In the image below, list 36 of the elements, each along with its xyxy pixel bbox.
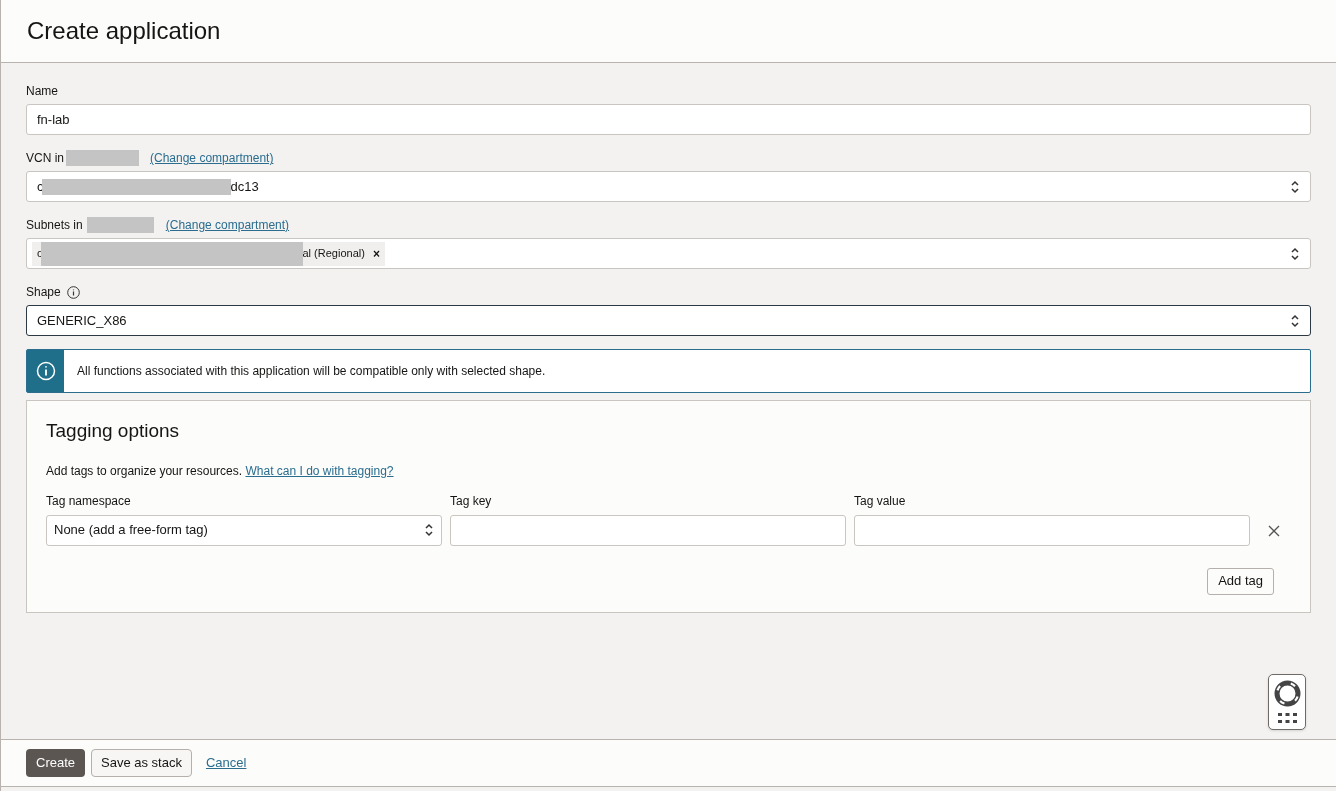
save-as-stack-button[interactable]: Save as stack — [91, 749, 192, 777]
column-label: Tag namespace — [46, 492, 132, 510]
change-compartment-link[interactable]: (Change compartment) — [150, 149, 274, 167]
tag-key-input[interactable] — [450, 514, 846, 546]
close-icon[interactable] — [1268, 524, 1280, 537]
tagging-help-link[interactable]: What can I do with tagging? — [245, 463, 394, 478]
column-label: Tag key — [450, 492, 493, 510]
column-label: Tag value — [854, 492, 907, 510]
cancel-link[interactable]: Cancel — [199, 749, 253, 777]
change-compartment-link[interactable]: (Change compartment) — [165, 216, 290, 234]
tag-value-input[interactable] — [854, 514, 1250, 546]
chip-remove-button[interactable]: × — [372, 244, 380, 263]
add-tag-button[interactable]: Add tag — [1207, 567, 1274, 595]
tag-namespace-select[interactable]: None (add a free-form tag) — [46, 514, 442, 546]
vcn-value-end: dc13 — [230, 177, 259, 196]
info-icon — [35, 361, 56, 381]
create-button[interactable]: Create — [26, 749, 86, 777]
shape-select[interactable]: GENERIC_X86 — [26, 305, 1311, 336]
help-widget[interactable] — [1268, 673, 1306, 730]
select-chevron-icon — [1290, 179, 1300, 194]
info-icon[interactable] — [66, 285, 80, 299]
select-chevron-icon — [1290, 246, 1300, 261]
field-label: Shape — [26, 284, 61, 301]
section-title: Tagging options — [46, 419, 181, 443]
chip-text-end: al (Regional) — [302, 246, 365, 262]
select-chevron-icon — [1290, 313, 1300, 328]
info-message: All functions associated with this application will be compatible only with selected shape. — [77, 363, 546, 380]
tagging-description: Add tags to organize your resources. — [46, 463, 243, 478]
field-label: Name — [26, 83, 58, 100]
select-chevron-icon — [424, 523, 434, 537]
field-label: VCN in — [26, 150, 64, 167]
grid-icon — [1277, 712, 1297, 724]
name-input[interactable]: fn-lab — [26, 104, 1311, 135]
lifebuoy-icon — [1273, 679, 1301, 707]
field-label: Subnets in — [26, 217, 83, 234]
page-title: Create application — [27, 16, 221, 46]
